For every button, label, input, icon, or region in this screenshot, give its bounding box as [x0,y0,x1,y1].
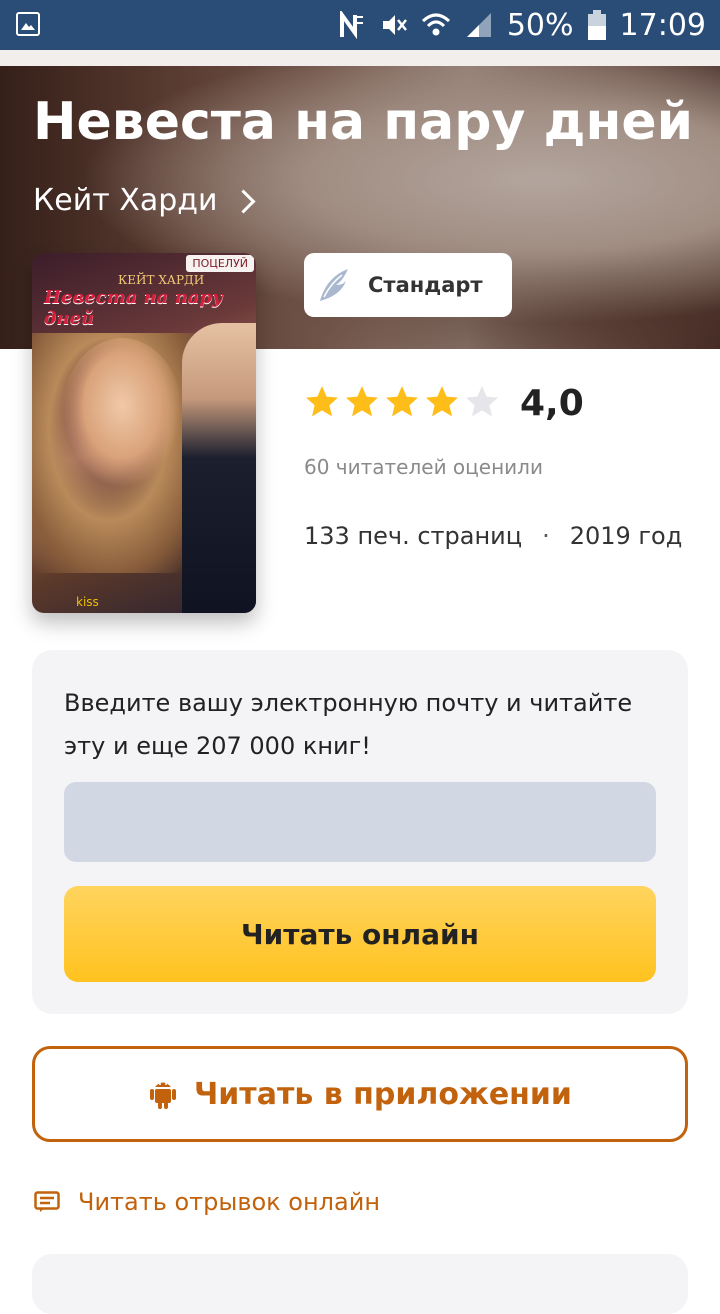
battery-percent: 50% [506,7,574,43]
star-empty-icon [466,386,498,417]
book-title: Невеста на пару дней [33,92,694,152]
book-cover[interactable]: КЕЙТ ХАРДИ ПОЦЕЛУЙ Невеста на пару дней … [32,253,256,613]
star-filled-icon [306,386,338,417]
author-link[interactable]: Кейт Харди [33,183,257,218]
email-input[interactable] [64,782,656,862]
battery-icon [587,10,606,40]
raters-count: 60 читателей оценили [304,455,543,479]
book-meta: 133 печ. страниц · 2019 год [304,522,682,550]
read-online-button[interactable]: Читать онлайн [64,886,656,982]
chevron-right-icon [231,189,257,214]
page-count: 133 печ. страниц [304,522,523,550]
read-in-app-button[interactable]: Читать в приложении [32,1046,688,1142]
signal-icon [466,13,491,37]
status-bar: 50% 17:09 [0,0,720,50]
nfc-icon [339,11,363,39]
rating-value: 4,0 [520,383,584,424]
subscription-badge[interactable]: Стандарт [304,253,512,317]
read-in-app-label: Читать в приложении [194,1076,572,1112]
excerpt-icon [34,1191,60,1212]
clock: 17:09 [619,7,706,43]
read-excerpt-label: Читать отрывок онлайн [78,1188,381,1216]
subscription-label: Стандарт [368,273,483,297]
mute-icon [382,15,407,35]
gallery-notification-icon [16,12,40,36]
star-filled-icon [386,386,418,417]
author-name: Кейт Харди [33,183,218,218]
cover-title: Невеста на пару дней [44,287,223,329]
wifi-icon [421,13,450,36]
read-excerpt-link[interactable]: Читать отрывок онлайн [34,1188,380,1216]
star-filled-icon [346,386,378,417]
star-filled-icon [426,386,458,417]
cover-series-badge: ПОЦЕЛУЙ [186,255,254,272]
signup-prompt: Введите вашу электронную почту и читайте… [64,689,633,760]
rating-stars [304,384,500,420]
cover-face [62,338,182,488]
meta-separator: · [542,522,550,550]
wing-icon [320,269,348,301]
next-section-card [32,1254,688,1314]
top-divider [0,50,720,66]
publication-year: 2019 год [569,522,683,550]
signup-panel: Введите вашу электронную почту и читайте… [32,650,688,1014]
android-icon [150,1082,177,1109]
cover-author: КЕЙТ ХАРДИ [118,273,205,287]
cover-man [182,323,256,613]
cover-imprint: kiss [76,595,99,609]
